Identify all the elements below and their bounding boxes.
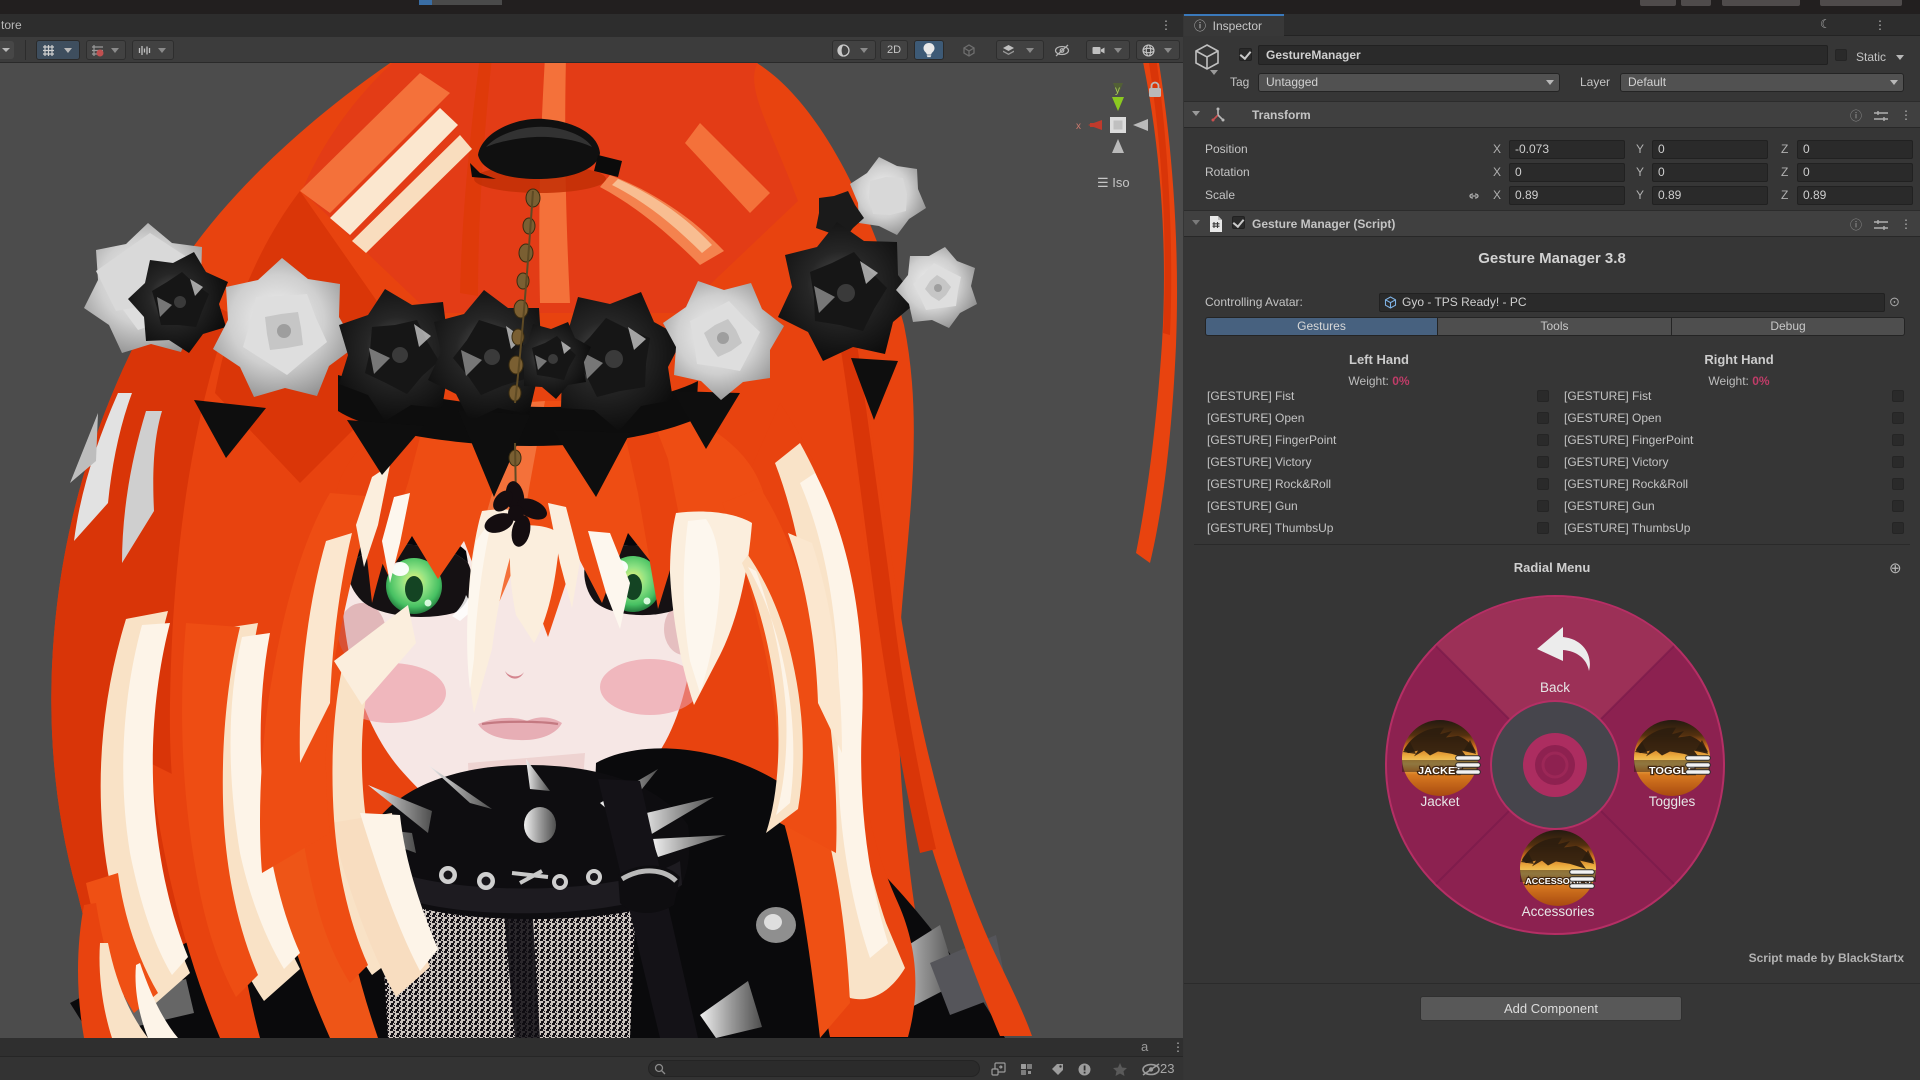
svg-text:x: x	[1076, 121, 1081, 132]
svg-text:Back: Back	[1540, 680, 1570, 695]
svg-text:☰ Iso: ☰ Iso	[1097, 175, 1130, 190]
svg-text:Jacket: Jacket	[1420, 794, 1459, 809]
svg-text:Accessories: Accessories	[1522, 904, 1595, 919]
svg-text:y: y	[1115, 85, 1120, 96]
svg-text:Toggles: Toggles	[1649, 794, 1696, 809]
